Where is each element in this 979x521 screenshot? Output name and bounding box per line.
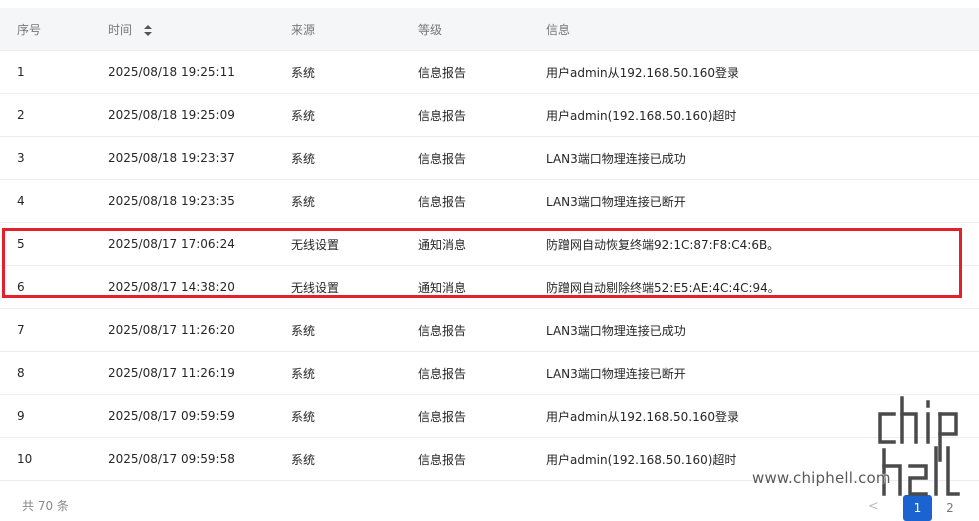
cell-num: 3 <box>17 151 25 165</box>
cell-level: 信息报告 <box>418 108 467 123</box>
cell-info: 防蹭网自动剔除终端52:E5:AE:4C:4C:94。 <box>546 280 780 295</box>
cell-source: 系统 <box>291 65 316 80</box>
table-header: 序号 时间 来源 等级 信息 <box>0 8 979 51</box>
cell-source: 系统 <box>291 194 316 209</box>
cell-level: 信息报告 <box>418 366 467 381</box>
cell-source: 系统 <box>291 366 316 381</box>
cell-num: 2 <box>17 108 25 122</box>
cell-info: 用户admin从192.168.50.160登录 <box>546 409 740 424</box>
cell-source: 无线设置 <box>291 237 340 252</box>
cell-source: 系统 <box>291 151 316 166</box>
cell-time: 2025/08/17 14:38:20 <box>108 280 235 294</box>
cell-info: 用户admin(192.168.50.160)超时 <box>546 452 737 467</box>
header-level: 等级 <box>418 22 443 37</box>
header-time-label: 时间 <box>108 22 133 37</box>
sort-icon[interactable] <box>143 24 152 36</box>
cell-num: 9 <box>17 409 25 423</box>
cell-level: 信息报告 <box>418 409 467 424</box>
cell-num: 10 <box>17 452 33 466</box>
table-row: 6 2025/08/17 14:38:20 无线设置 通知消息 防蹭网自动剔除终… <box>0 266 979 309</box>
cell-time: 2025/08/18 19:25:11 <box>108 65 235 79</box>
cell-source: 系统 <box>291 409 316 424</box>
cell-num: 5 <box>17 237 25 251</box>
cell-level: 信息报告 <box>418 65 467 80</box>
cell-source: 系统 <box>291 108 316 123</box>
cell-num: 1 <box>17 65 25 79</box>
header-info: 信息 <box>546 22 571 37</box>
cell-level: 通知消息 <box>418 237 467 252</box>
table-row: 8 2025/08/17 11:26:19 系统 信息报告 LAN3端口物理连接… <box>0 352 979 395</box>
table-row: 2 2025/08/18 19:25:09 系统 信息报告 用户admin(19… <box>0 94 979 137</box>
header-source: 来源 <box>291 22 316 37</box>
cell-level: 信息报告 <box>418 452 467 467</box>
cell-level: 通知消息 <box>418 280 467 295</box>
cell-info: LAN3端口物理连接已断开 <box>546 366 686 381</box>
header-num: 序号 <box>17 22 42 37</box>
cell-time: 2025/08/18 19:23:37 <box>108 151 235 165</box>
cell-num: 6 <box>17 280 25 294</box>
cell-source: 系统 <box>291 323 316 338</box>
cell-info: LAN3端口物理连接已断开 <box>546 194 686 209</box>
cell-time: 2025/08/18 19:23:35 <box>108 194 235 208</box>
cell-info: 用户admin(192.168.50.160)超时 <box>546 108 737 123</box>
total-count: 共 70 条 <box>22 499 69 513</box>
header-time[interactable]: 时间 <box>108 21 152 38</box>
cell-info: 用户admin从192.168.50.160登录 <box>546 65 740 80</box>
table-row: 5 2025/08/17 17:06:24 无线设置 通知消息 防蹭网自动恢复终… <box>0 223 979 266</box>
cell-level: 信息报告 <box>418 151 467 166</box>
table-row: 4 2025/08/18 19:23:35 系统 信息报告 LAN3端口物理连接… <box>0 180 979 223</box>
cell-info: LAN3端口物理连接已成功 <box>546 151 686 166</box>
cell-info: LAN3端口物理连接已成功 <box>546 323 686 338</box>
table-row: 7 2025/08/17 11:26:20 系统 信息报告 LAN3端口物理连接… <box>0 309 979 352</box>
cell-time: 2025/08/17 09:59:59 <box>108 409 235 423</box>
table-row: 1 2025/08/18 19:25:11 系统 信息报告 用户admin从19… <box>0 51 979 94</box>
cell-time: 2025/08/18 19:25:09 <box>108 108 235 122</box>
watermark-text: www.chiphell.com <box>752 469 891 487</box>
cell-num: 8 <box>17 366 25 380</box>
log-table: 序号 时间 来源 等级 信息 1 2025/08/18 19:25:11 系统 … <box>0 8 979 481</box>
cell-time: 2025/08/17 11:26:20 <box>108 323 235 337</box>
cell-source: 无线设置 <box>291 280 340 295</box>
cell-num: 7 <box>17 323 25 337</box>
cell-source: 系统 <box>291 452 316 467</box>
table-row: 9 2025/08/17 09:59:59 系统 信息报告 用户admin从19… <box>0 395 979 438</box>
cell-info: 防蹭网自动恢复终端92:1C:87:F8:C4:6B。 <box>546 237 780 252</box>
cell-level: 信息报告 <box>418 323 467 338</box>
cell-time: 2025/08/17 09:59:58 <box>108 452 235 466</box>
cell-time: 2025/08/17 11:26:19 <box>108 366 235 380</box>
cell-time: 2025/08/17 17:06:24 <box>108 237 235 251</box>
table-row: 3 2025/08/18 19:23:37 系统 信息报告 LAN3端口物理连接… <box>0 137 979 180</box>
cell-level: 信息报告 <box>418 194 467 209</box>
cell-num: 4 <box>17 194 25 208</box>
